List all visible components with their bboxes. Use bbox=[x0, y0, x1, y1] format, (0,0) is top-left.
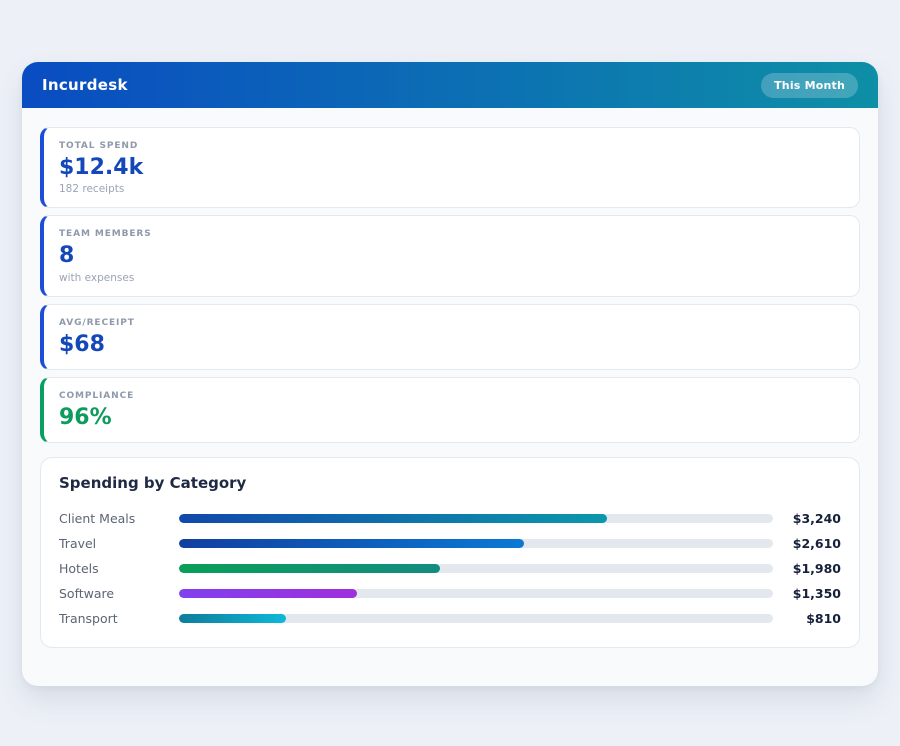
bar-fill bbox=[179, 614, 286, 624]
period-badge-button[interactable]: This Month bbox=[761, 72, 858, 98]
bar-track bbox=[179, 564, 773, 574]
stat-label: COMPLIANCE bbox=[59, 390, 135, 401]
category-row-transport: Transport $810 bbox=[59, 606, 841, 631]
bar-fill bbox=[179, 564, 441, 574]
stat-value: $68 bbox=[59, 331, 105, 357]
category-amount: $2,610 bbox=[792, 536, 841, 552]
category-amount: $1,350 bbox=[792, 586, 841, 602]
bar-fill bbox=[179, 514, 607, 524]
category-row-hotels: Hotels $1,980 bbox=[59, 556, 841, 581]
category-amount: $3,240 bbox=[792, 511, 841, 527]
app-title: Incurdesk bbox=[42, 76, 128, 94]
category-label: Software bbox=[59, 586, 115, 602]
bar-track bbox=[179, 614, 773, 624]
stat-card-compliance: COMPLIANCE 96% bbox=[40, 376, 860, 444]
stat-subtext: 182 receipts bbox=[59, 183, 125, 196]
category-row-software: Software $1,350 bbox=[59, 581, 841, 606]
stat-value: $12.4k bbox=[59, 155, 144, 180]
category-label: Transport bbox=[59, 611, 118, 627]
spending-by-category-card: Spending by Category Client Meals $3,240… bbox=[40, 457, 860, 649]
stat-value: 8 bbox=[59, 243, 75, 269]
bar-track bbox=[179, 514, 773, 524]
stat-label: TOTAL SPEND bbox=[59, 141, 139, 151]
stat-card-avg-receipt: AVG/RECEIPT $68 bbox=[40, 303, 860, 370]
category-label: Hotels bbox=[59, 561, 99, 577]
stat-value: 96% bbox=[59, 404, 112, 430]
category-label: Client Meals bbox=[59, 511, 136, 527]
stat-label: AVG/RECEIPT bbox=[59, 317, 135, 328]
expense-dashboard-card: Incurdesk This Month TOTAL SPEND $12.4k … bbox=[22, 62, 878, 686]
stat-card-total-spend: TOTAL SPEND $12.4k 182 receipts bbox=[40, 127, 860, 209]
bar-fill bbox=[179, 589, 358, 599]
chart-title: Spending by Category bbox=[59, 474, 247, 493]
stat-card-team-members: TEAM MEMBERS 8 with expenses bbox=[40, 215, 860, 297]
category-row-travel: Travel $2,610 bbox=[59, 531, 841, 556]
category-amount: $1,980 bbox=[792, 561, 841, 577]
app-header: Incurdesk This Month bbox=[22, 62, 878, 108]
bar-fill bbox=[179, 539, 524, 549]
dashboard-content: TOTAL SPEND $12.4k 182 receipts TEAM MEM… bbox=[22, 108, 878, 649]
bar-track bbox=[179, 589, 773, 599]
bar-track bbox=[179, 539, 773, 549]
category-label: Travel bbox=[59, 536, 97, 552]
category-amount: $810 bbox=[806, 611, 841, 627]
stat-label: TEAM MEMBERS bbox=[59, 229, 152, 240]
stat-subtext: with expenses bbox=[59, 271, 135, 284]
category-row-client-meals: Client Meals $3,240 bbox=[59, 506, 841, 531]
